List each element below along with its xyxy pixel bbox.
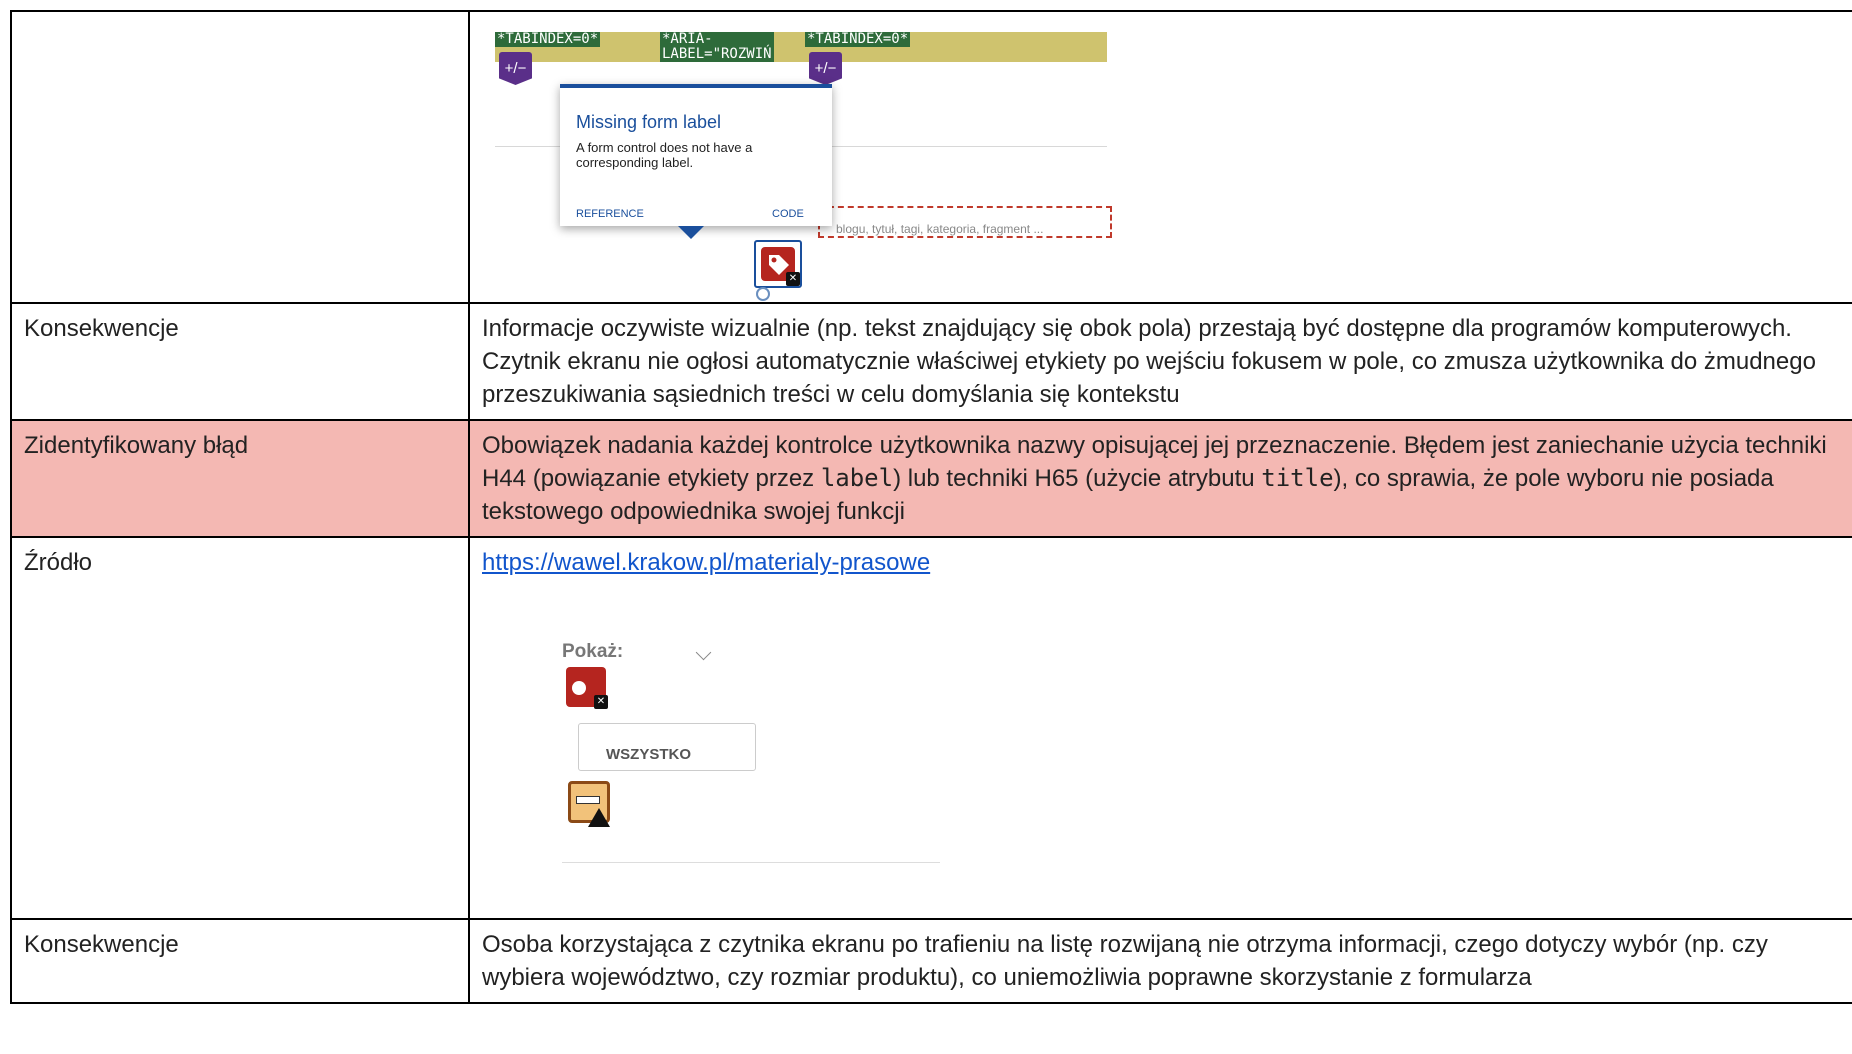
screenshot-form-label: *TABINDEX=0* *ARIA-LABEL="ROZWIŃ MENU SK… xyxy=(482,12,1846,302)
row-text: Informacje oczywiste wizualnie (np. teks… xyxy=(482,315,1816,408)
popup-body: A form control does not have a correspon… xyxy=(576,140,753,170)
row-text: Obowiązek nadania każdej kontrolce użytk… xyxy=(482,432,1827,525)
warning-icon xyxy=(588,808,610,827)
show-label: Pokaż: xyxy=(562,641,624,662)
source-link[interactable]: https://wawel.krakow.pl/materialy-prasow… xyxy=(482,549,930,576)
error-icon: ✕ xyxy=(566,667,608,709)
table-row: *TABINDEX=0* *ARIA-LABEL="ROZWIŃ MENU SK… xyxy=(10,10,1852,304)
search-placeholder: blogu, tytuł, tagi, kategoria, fragment … xyxy=(836,222,1044,236)
technique-h65: H65 xyxy=(1034,465,1079,492)
code-title: title xyxy=(1261,464,1334,492)
error-popup: Missing form label A form control does n… xyxy=(560,84,832,239)
table-row: Konsekwencje Informacje oczywiste wizual… xyxy=(10,302,1852,421)
table-row: Źródło https://wawel.krakow.pl/materialy… xyxy=(10,536,1852,920)
search-icon xyxy=(756,287,770,301)
aria-label-tag: *ARIA-LABEL="ROZWIŃ MENU SKLEP"* xyxy=(660,32,774,62)
row-label: Zidentyfikowany błąd xyxy=(24,432,249,459)
row-label xyxy=(10,10,470,304)
row-label: Źródło xyxy=(24,549,93,576)
chevron-down-icon xyxy=(695,644,712,661)
expand-icon: +/− xyxy=(809,52,842,85)
row-label: Konsekwencje xyxy=(24,931,179,958)
tabindex-tag: *TABINDEX=0* xyxy=(495,31,601,47)
table-row-error: Zidentyfikowany błąd Obowiązek nadania k… xyxy=(10,419,1852,538)
screenshot-select: Pokaż: ✕ WSZYSTKO xyxy=(482,587,1846,877)
error-tag-icon[interactable]: ✕ xyxy=(754,240,802,288)
code-link[interactable]: CODE xyxy=(772,198,804,231)
table-row: Konsekwencje Osoba korzystająca z czytni… xyxy=(10,918,1852,1004)
search-field-error: blogu, tytuł, tagi, kategoria, fragment … xyxy=(818,206,1112,238)
audit-table: *TABINDEX=0* *ARIA-LABEL="ROZWIŃ MENU SK… xyxy=(10,10,1852,1004)
row-label: Konsekwencje xyxy=(24,315,179,342)
row-text: Osoba korzystająca z czytnika ekranu po … xyxy=(482,931,1768,991)
tabindex-tag: *TABINDEX=0* xyxy=(805,31,911,47)
technique-h44: H44 xyxy=(482,465,527,492)
expand-icon: +/− xyxy=(499,52,532,85)
popup-arrow xyxy=(678,226,704,239)
row-content: *TABINDEX=0* *ARIA-LABEL="ROZWIŃ MENU SK… xyxy=(468,10,1852,304)
close-icon: ✕ xyxy=(786,272,800,286)
reference-link[interactable]: REFERENCE xyxy=(576,198,644,231)
select-value: WSZYSTKO xyxy=(606,746,691,763)
close-icon: ✕ xyxy=(594,695,608,709)
divider xyxy=(562,862,940,863)
code-label: label xyxy=(820,464,894,492)
popup-title: Missing form label xyxy=(576,112,722,132)
select-dropdown[interactable]: WSZYSTKO xyxy=(578,723,756,771)
